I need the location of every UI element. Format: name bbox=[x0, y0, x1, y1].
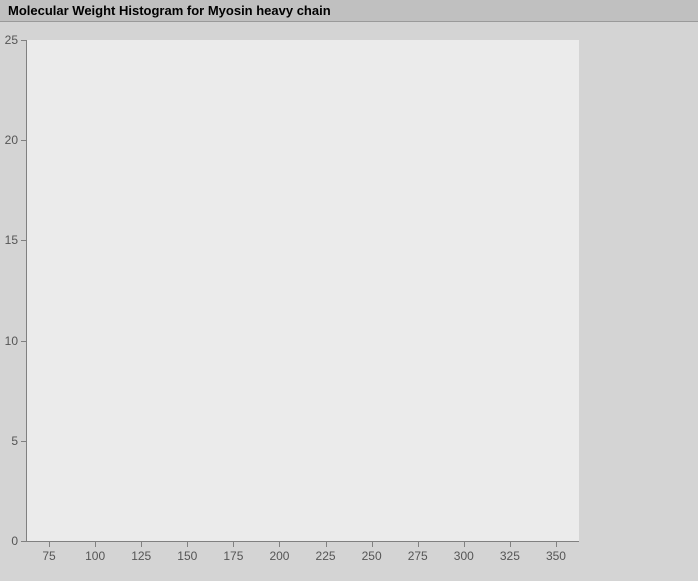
x-axis-label: 100 bbox=[85, 549, 106, 563]
y-axis-label: 15 bbox=[4, 233, 18, 248]
y-axis-tick bbox=[21, 541, 26, 542]
y-axis-tick bbox=[21, 340, 26, 342]
chart-title: Molecular Weight Histogram for Myosin he… bbox=[8, 3, 331, 18]
x-axis-tick bbox=[509, 542, 511, 547]
plot-canvas: 0 5 10 15 20 25 75 100 125 150 175 200 225 250 275 300… bbox=[5, 33, 579, 563]
x-axis-label: 75 bbox=[42, 549, 56, 563]
x-axis-tick bbox=[187, 542, 189, 547]
x-axis-tick bbox=[49, 542, 51, 547]
x-axis-label: 150 bbox=[177, 549, 198, 563]
x-axis-tick bbox=[233, 542, 235, 547]
x-axis-tick bbox=[141, 542, 143, 547]
window-titlebar: Molecular Weight Histogram for Myosin he… bbox=[0, 0, 698, 22]
x-axis-label: 175 bbox=[223, 549, 244, 563]
x-axis-label: 225 bbox=[315, 549, 336, 563]
y-axis-label: 0 bbox=[11, 534, 18, 548]
y-axis-tick bbox=[21, 440, 26, 442]
x-axis-tick bbox=[95, 542, 97, 547]
x-axis-tick bbox=[463, 542, 465, 547]
y-axis-tick bbox=[21, 140, 26, 142]
x-axis-label: 125 bbox=[131, 549, 152, 563]
y-axis-tick bbox=[21, 240, 26, 242]
x-axis-label: 350 bbox=[545, 549, 566, 563]
y-axis-label: 25 bbox=[4, 33, 18, 47]
y-axis-label: 5 bbox=[11, 433, 18, 448]
chart-window: Molecular Weight Histogram for Myosin he… bbox=[0, 0, 698, 581]
y-axis-label: 10 bbox=[4, 333, 18, 348]
x-axis-tick bbox=[371, 542, 373, 547]
x-axis-tick bbox=[417, 542, 419, 547]
y-axis-line bbox=[26, 40, 27, 542]
y-axis-tick bbox=[21, 40, 26, 41]
x-axis-tick bbox=[279, 542, 281, 547]
y-axis-label: 20 bbox=[4, 133, 18, 148]
x-axis-label: 250 bbox=[361, 549, 382, 563]
x-axis-tick bbox=[325, 542, 327, 547]
x-axis-label: 275 bbox=[407, 549, 428, 563]
x-axis-tick bbox=[555, 542, 557, 547]
x-axis-label: 200 bbox=[269, 549, 290, 563]
x-axis-label: 300 bbox=[453, 549, 474, 563]
chart-plot-area: 0 5 10 15 20 25 75 100 125 150 175 200 225 250 275 300… bbox=[5, 33, 579, 563]
x-axis-label: 325 bbox=[499, 549, 520, 563]
x-axis-line bbox=[26, 541, 579, 542]
